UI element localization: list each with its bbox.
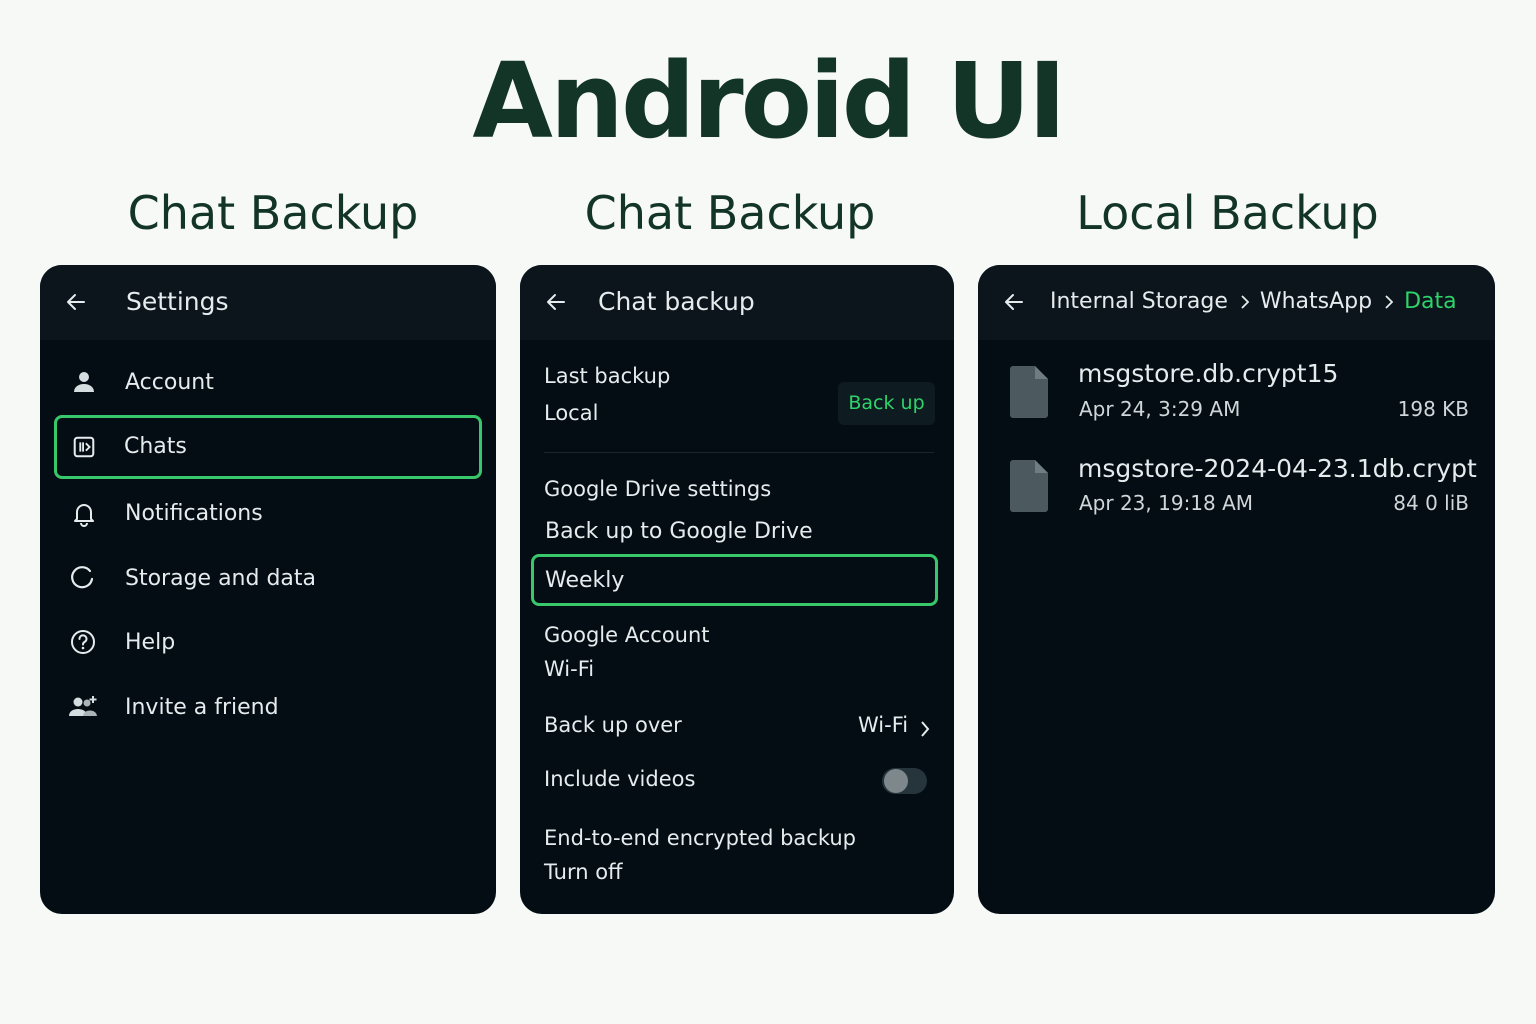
settings-appbar: Settings xyxy=(40,265,496,340)
panel-title-chat-backup: Chat Backup xyxy=(584,186,876,240)
google-account-value: Wi-Fi xyxy=(544,657,595,681)
page-title: Android UI xyxy=(472,40,1066,162)
last-backup-label: Last backup xyxy=(544,364,671,388)
settings-item-account[interactable]: Account xyxy=(40,360,496,410)
breadcrumb-data[interactable]: Data xyxy=(1404,289,1457,314)
file-date: Apr 24, 3:29 AM xyxy=(1079,397,1241,421)
back-up-button[interactable]: Back up xyxy=(838,382,935,425)
chevron-right-icon xyxy=(921,721,930,737)
backup-frequency-select[interactable]: Weekly xyxy=(531,554,938,606)
settings-title: Settings xyxy=(126,287,229,316)
file-icon xyxy=(1010,366,1048,418)
settings-item-label: Help xyxy=(125,630,176,655)
refresh-icon xyxy=(71,566,94,589)
settings-item-label: Chats xyxy=(124,434,187,459)
divider xyxy=(544,452,934,453)
breadcrumb: Internal Storage WhatsApp Data xyxy=(1050,289,1457,314)
backup-over-item[interactable]: Back up over Wi-Fi xyxy=(520,710,954,750)
settings-item-label: Notifications xyxy=(125,501,263,526)
gdrive-settings-header: Google Drive settings xyxy=(544,477,772,501)
backup-to-gdrive-label: Back up to Google Drive xyxy=(545,519,813,544)
settings-item-help[interactable]: Help xyxy=(40,620,496,670)
help-icon xyxy=(71,630,95,654)
chat-icon xyxy=(73,436,95,458)
file-date: Apr 23, 19:18 AM xyxy=(1079,491,1254,515)
file-row[interactable]: msgstore-2024-04-23.1db.crypt Apr 23, 19… xyxy=(978,452,1495,522)
file-name: msgstore-2024-04-23.1db.crypt xyxy=(1078,454,1477,483)
toggle-knob xyxy=(884,769,908,793)
chat-backup-title: Chat backup xyxy=(598,287,755,316)
person-icon xyxy=(74,372,94,392)
panel-title-settings: Chat Backup xyxy=(127,186,419,240)
breadcrumb-whatsapp[interactable]: WhatsApp xyxy=(1260,289,1372,314)
include-videos-item[interactable]: Include videos xyxy=(520,764,954,804)
backup-over-label: Back up over xyxy=(544,713,682,737)
google-account-item[interactable]: Google Account Wi-Fi xyxy=(520,620,954,690)
last-backup-value: Local xyxy=(544,401,599,425)
include-videos-label: Include videos xyxy=(544,767,696,791)
local-backup-screen: Internal Storage WhatsApp Data msgstore.… xyxy=(978,265,1495,914)
e2e-label: End-to-end encrypted backup xyxy=(544,826,856,850)
backup-over-value: Wi-Fi xyxy=(858,713,909,737)
settings-item-invite[interactable]: Invite a friend xyxy=(40,685,496,735)
google-account-label: Google Account xyxy=(544,623,710,647)
e2e-backup-item[interactable]: End-to-end encrypted backup Turn off xyxy=(520,823,954,893)
chevron-right-icon xyxy=(1385,294,1394,309)
file-row[interactable]: msgstore.db.crypt15 Apr 24, 3:29 AM 198 … xyxy=(978,357,1495,427)
back-arrow-icon[interactable] xyxy=(1002,290,1026,314)
chevron-right-icon xyxy=(1241,294,1250,309)
panel-title-local-backup: Local Backup xyxy=(1076,186,1379,240)
frequency-value: Weekly xyxy=(545,568,625,593)
bell-icon xyxy=(74,504,94,527)
chat-backup-screen: Chat backup Last backup Local Back up Go… xyxy=(520,265,954,914)
file-size: 198 KB xyxy=(1397,397,1469,421)
file-size: 84 0 liB xyxy=(1393,491,1469,515)
local-backup-appbar: Internal Storage WhatsApp Data xyxy=(978,265,1495,340)
breadcrumb-internal-storage[interactable]: Internal Storage xyxy=(1050,289,1228,314)
chat-backup-appbar: Chat backup xyxy=(520,265,954,340)
file-icon xyxy=(1010,460,1048,512)
settings-item-storage[interactable]: Storage and data xyxy=(40,556,496,606)
e2e-value: Turn off xyxy=(544,860,623,884)
settings-item-notifications[interactable]: Notifications xyxy=(40,491,496,541)
file-name: msgstore.db.crypt15 xyxy=(1078,359,1339,388)
add-people-icon xyxy=(69,696,97,716)
include-videos-toggle[interactable] xyxy=(882,768,927,794)
settings-item-chats[interactable]: Chats xyxy=(54,415,482,479)
settings-screen: Settings Account Chats Notifications Sto… xyxy=(40,265,496,914)
settings-item-label: Account xyxy=(125,370,214,395)
settings-item-label: Invite a friend xyxy=(125,695,279,720)
back-arrow-icon[interactable] xyxy=(544,290,568,314)
back-arrow-icon[interactable] xyxy=(64,290,88,314)
settings-item-label: Storage and data xyxy=(125,566,317,591)
